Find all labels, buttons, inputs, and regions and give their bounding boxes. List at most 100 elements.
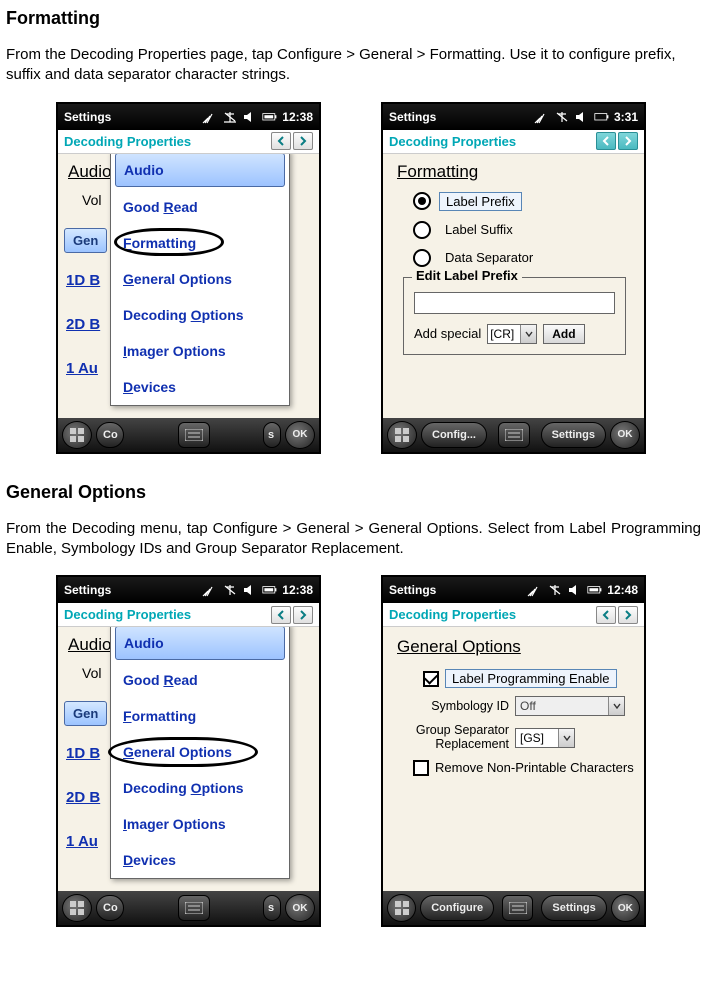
general-options-heading: General Options: [397, 637, 634, 657]
menu-item-good-read[interactable]: Good Read: [111, 662, 289, 698]
add-special-label: Add special: [414, 326, 481, 341]
radio-label: Label Prefix: [439, 192, 522, 211]
sub-header: Decoding Properties: [58, 603, 319, 627]
symbology-id-label: Symbology ID: [399, 699, 509, 713]
sub-header: Decoding Properties: [58, 130, 319, 154]
nav-prev-button[interactable]: [271, 606, 291, 624]
menu-item-devices[interactable]: Devices: [111, 369, 289, 405]
radio-icon: [413, 249, 431, 267]
label-programming-enable-checkbox[interactable]: [423, 671, 439, 687]
section1-heading: Formatting: [6, 8, 701, 29]
menu-item-good-read[interactable]: Good Read: [111, 189, 289, 225]
section1-paragraph: From the Decoding Properties page, tap C…: [6, 45, 701, 86]
prefix-text-input[interactable]: [414, 292, 615, 314]
radio-icon: [413, 221, 431, 239]
left-softkey[interactable]: Co: [96, 422, 124, 448]
radio-data-separator[interactable]: Data Separator: [413, 249, 632, 267]
content-area: Audio Vol Gen 1D B 2D B 1 Au Audio Good …: [58, 627, 319, 891]
config-menu-popup: Audio Good Read Formatting General Optio…: [110, 154, 290, 406]
fieldset-legend: Edit Label Prefix: [412, 268, 522, 283]
right-softkey[interactable]: s: [263, 895, 281, 921]
nav-next-button[interactable]: [293, 606, 313, 624]
select-value: Off: [520, 699, 536, 713]
nav-prev-button[interactable]: [271, 132, 291, 150]
symbology-id-select[interactable]: Off: [515, 696, 625, 716]
bottom-bar: Configure Settings OK: [383, 891, 644, 925]
nav-next-button[interactable]: [618, 606, 638, 624]
ok-button[interactable]: OK: [610, 421, 640, 449]
right-softkey-settings[interactable]: Settings: [541, 895, 606, 921]
screenshot-menu-formatting: Settings 12:38 Decoding Properties Audio…: [56, 102, 321, 454]
titlebar-text: Settings: [389, 583, 436, 597]
left-softkey-config[interactable]: Config...: [421, 422, 487, 448]
menu-item-decoding-options[interactable]: Decoding Options: [111, 297, 289, 333]
titlebar-text: Settings: [64, 583, 111, 597]
menu-item-devices[interactable]: Devices: [111, 842, 289, 878]
bg-1au-label: 1 Au: [66, 360, 98, 377]
clock-text: 12:38: [282, 110, 313, 124]
volume-icon: [242, 583, 258, 597]
bg-general-tab[interactable]: Gen: [64, 701, 107, 726]
start-button[interactable]: [387, 421, 417, 449]
keyboard-button[interactable]: [502, 895, 533, 921]
radio-label-suffix[interactable]: Label Suffix: [413, 221, 632, 239]
section2-paragraph: From the Decoding menu, tap Configure > …: [6, 519, 701, 560]
left-softkey-configure[interactable]: Configure: [420, 895, 494, 921]
radio-label: Data Separator: [439, 249, 539, 266]
keyboard-button[interactable]: [178, 895, 210, 921]
menu-item-general-options[interactable]: General Options: [111, 261, 289, 297]
special-char-select[interactable]: [CR]: [487, 324, 537, 344]
signal-icon: [202, 583, 218, 597]
nav-prev-button[interactable]: [596, 606, 616, 624]
chevron-down-icon: [608, 697, 624, 715]
menu-item-audio[interactable]: Audio: [115, 154, 285, 187]
radio-icon: [413, 192, 431, 210]
bg-1au-label: 1 Au: [66, 833, 98, 850]
menu-item-formatting[interactable]: Formatting: [111, 698, 289, 734]
clock-text: 3:31: [614, 110, 638, 124]
nav-next-button[interactable]: [293, 132, 313, 150]
menu-item-general-options[interactable]: General Options: [111, 734, 289, 770]
antenna-icon: [222, 583, 238, 597]
bg-general-tab[interactable]: Gen: [64, 228, 107, 253]
bottom-bar: Co s OK: [58, 418, 319, 452]
bottom-bar: Config... Settings OK: [383, 418, 644, 452]
chevron-down-icon: [558, 729, 574, 747]
nav-next-button[interactable]: [618, 132, 638, 150]
volume-icon: [567, 583, 583, 597]
keyboard-button[interactable]: [498, 422, 530, 448]
start-button[interactable]: [62, 894, 92, 922]
title-bar: Settings 12:38: [58, 577, 319, 603]
add-button[interactable]: Add: [543, 324, 584, 344]
nav-prev-button[interactable]: [596, 132, 616, 150]
config-menu-popup: Audio Good Read Formatting General Optio…: [110, 627, 290, 879]
menu-item-imager-options[interactable]: Imager Options: [111, 806, 289, 842]
select-value: [GS]: [520, 731, 544, 745]
start-button[interactable]: [62, 421, 92, 449]
menu-item-decoding-options[interactable]: Decoding Options: [111, 770, 289, 806]
menu-item-formatting[interactable]: Formatting: [111, 225, 289, 261]
battery-icon: [594, 110, 610, 124]
ok-button[interactable]: OK: [285, 421, 315, 449]
title-bar: Settings 12:38: [58, 104, 319, 130]
chevron-down-icon: [520, 325, 536, 343]
keyboard-button[interactable]: [178, 422, 210, 448]
radio-label-prefix[interactable]: Label Prefix: [413, 192, 632, 211]
left-softkey[interactable]: Co: [96, 895, 124, 921]
volume-icon: [242, 110, 258, 124]
bg-2d-label: 2D B: [66, 316, 100, 333]
formatting-heading: Formatting: [397, 162, 632, 182]
ok-button[interactable]: OK: [611, 894, 640, 922]
start-button[interactable]: [387, 894, 416, 922]
battery-icon: [262, 110, 278, 124]
menu-item-audio[interactable]: Audio: [115, 627, 285, 660]
right-softkey[interactable]: s: [263, 422, 281, 448]
group-separator-select[interactable]: [GS]: [515, 728, 575, 748]
ok-button[interactable]: OK: [285, 894, 315, 922]
signal-icon: [527, 583, 543, 597]
screenshot-menu-general-options: Settings 12:38 Decoding Properties Audio…: [56, 575, 321, 927]
bg-2d-label: 2D B: [66, 789, 100, 806]
remove-nonprintable-checkbox[interactable]: [413, 760, 429, 776]
right-softkey-settings[interactable]: Settings: [541, 422, 606, 448]
menu-item-imager-options[interactable]: Imager Options: [111, 333, 289, 369]
